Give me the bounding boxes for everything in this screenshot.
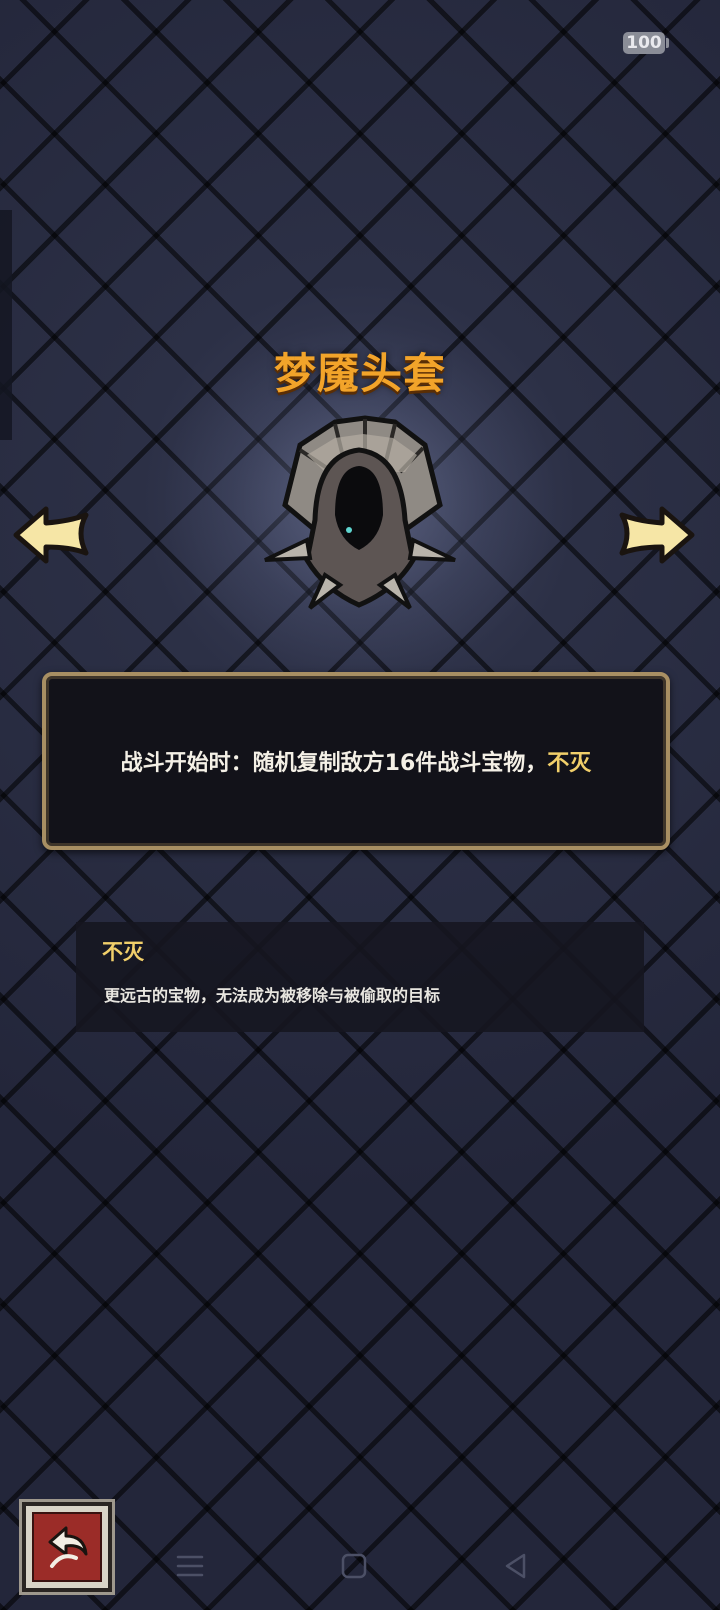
battery-indicator: 100 <box>623 32 669 54</box>
left-arrow-icon <box>13 506 89 564</box>
side-edge-tab <box>0 210 12 440</box>
item-title: 梦魇头套 <box>273 349 446 398</box>
description-main: 战斗开始时：随机复制敌方16件战斗宝物， <box>120 751 548 776</box>
next-item-button[interactable] <box>618 505 696 565</box>
item-description-panel: 战斗开始时：随机复制敌方16件战斗宝物，不灭 <box>42 672 670 850</box>
previous-item-button[interactable] <box>12 505 90 565</box>
system-menu-button[interactable] <box>170 1548 210 1584</box>
return-button-face <box>32 1512 102 1582</box>
back-triangle-icon <box>505 1553 526 1579</box>
right-arrow-icon <box>619 506 695 564</box>
description-keyword[interactable]: 不灭 <box>547 751 591 776</box>
keyword-description: 更远古的宝物，无法成为被移除与被偷取的目标 <box>104 986 441 1005</box>
home-icon <box>341 1553 367 1579</box>
return-button[interactable] <box>19 1499 115 1595</box>
system-home-button[interactable] <box>334 1548 374 1584</box>
item-description: 战斗开始时：随机复制敌方16件战斗宝物，不灭 <box>121 745 592 777</box>
nightmare-hood-icon <box>264 415 456 610</box>
system-back-button[interactable] <box>496 1548 536 1584</box>
return-arrow-icon <box>48 1526 88 1568</box>
menu-icon <box>176 1555 204 1577</box>
keyword-title: 不灭 <box>102 940 144 964</box>
keyword-tooltip: 不灭 更远古的宝物，无法成为被移除与被偷取的目标 <box>76 922 644 1032</box>
